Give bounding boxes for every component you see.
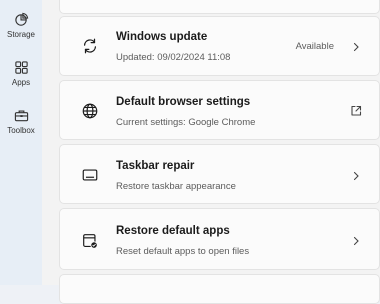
nav-item-apps[interactable]: Apps (0, 60, 42, 87)
pie-chart-icon (14, 12, 28, 26)
status-badge: Available (295, 41, 334, 52)
nav-label-storage: Storage (6, 30, 36, 39)
settings-card-windows-update[interactable]: Windows update Updated: 09/02/2024 11:08… (59, 16, 380, 76)
settings-card-default-browser[interactable]: Default browser settings Current setting… (59, 80, 380, 140)
settings-card-partial[interactable] (59, 274, 380, 304)
nav-label-apps: Apps (11, 78, 31, 87)
apps-grid-icon (14, 61, 28, 74)
chevron-right-icon (350, 234, 362, 246)
app-restore-icon (80, 231, 100, 251)
card-title: Restore default apps (116, 225, 230, 237)
main-panel: Windows update Updated: 09/02/2024 11:08… (42, 0, 380, 304)
nav-item-toolbox[interactable]: Toolbox (0, 108, 42, 135)
card-title: Taskbar repair (116, 160, 195, 172)
side-nav: Storage Apps Toolbox (0, 0, 42, 285)
nav-label-toolbox: Toolbox (7, 126, 35, 135)
globe-icon (80, 101, 100, 121)
chevron-right-icon (350, 169, 362, 181)
external-link-icon (350, 104, 362, 116)
card-subtitle: Updated: 09/02/2024 11:08 (116, 52, 231, 63)
card-subtitle: Restore taskbar appearance (116, 181, 236, 192)
nav-item-storage[interactable]: Storage (0, 12, 42, 39)
settings-card-taskbar-repair[interactable]: Taskbar repair Restore taskbar appearanc… (59, 144, 380, 204)
taskbar-icon (80, 165, 100, 185)
chevron-right-icon (350, 40, 362, 52)
settings-card-partial[interactable] (59, 0, 380, 14)
settings-card-restore-default-apps[interactable]: Restore default apps Reset default apps … (59, 208, 380, 270)
refresh-icon (80, 36, 100, 56)
card-title: Windows update (116, 31, 208, 43)
toolbox-icon (14, 110, 28, 122)
card-subtitle: Reset default apps to open files (116, 246, 250, 257)
card-subtitle: Current settings: Google Chrome (116, 117, 256, 128)
card-title: Default browser settings (116, 96, 251, 108)
